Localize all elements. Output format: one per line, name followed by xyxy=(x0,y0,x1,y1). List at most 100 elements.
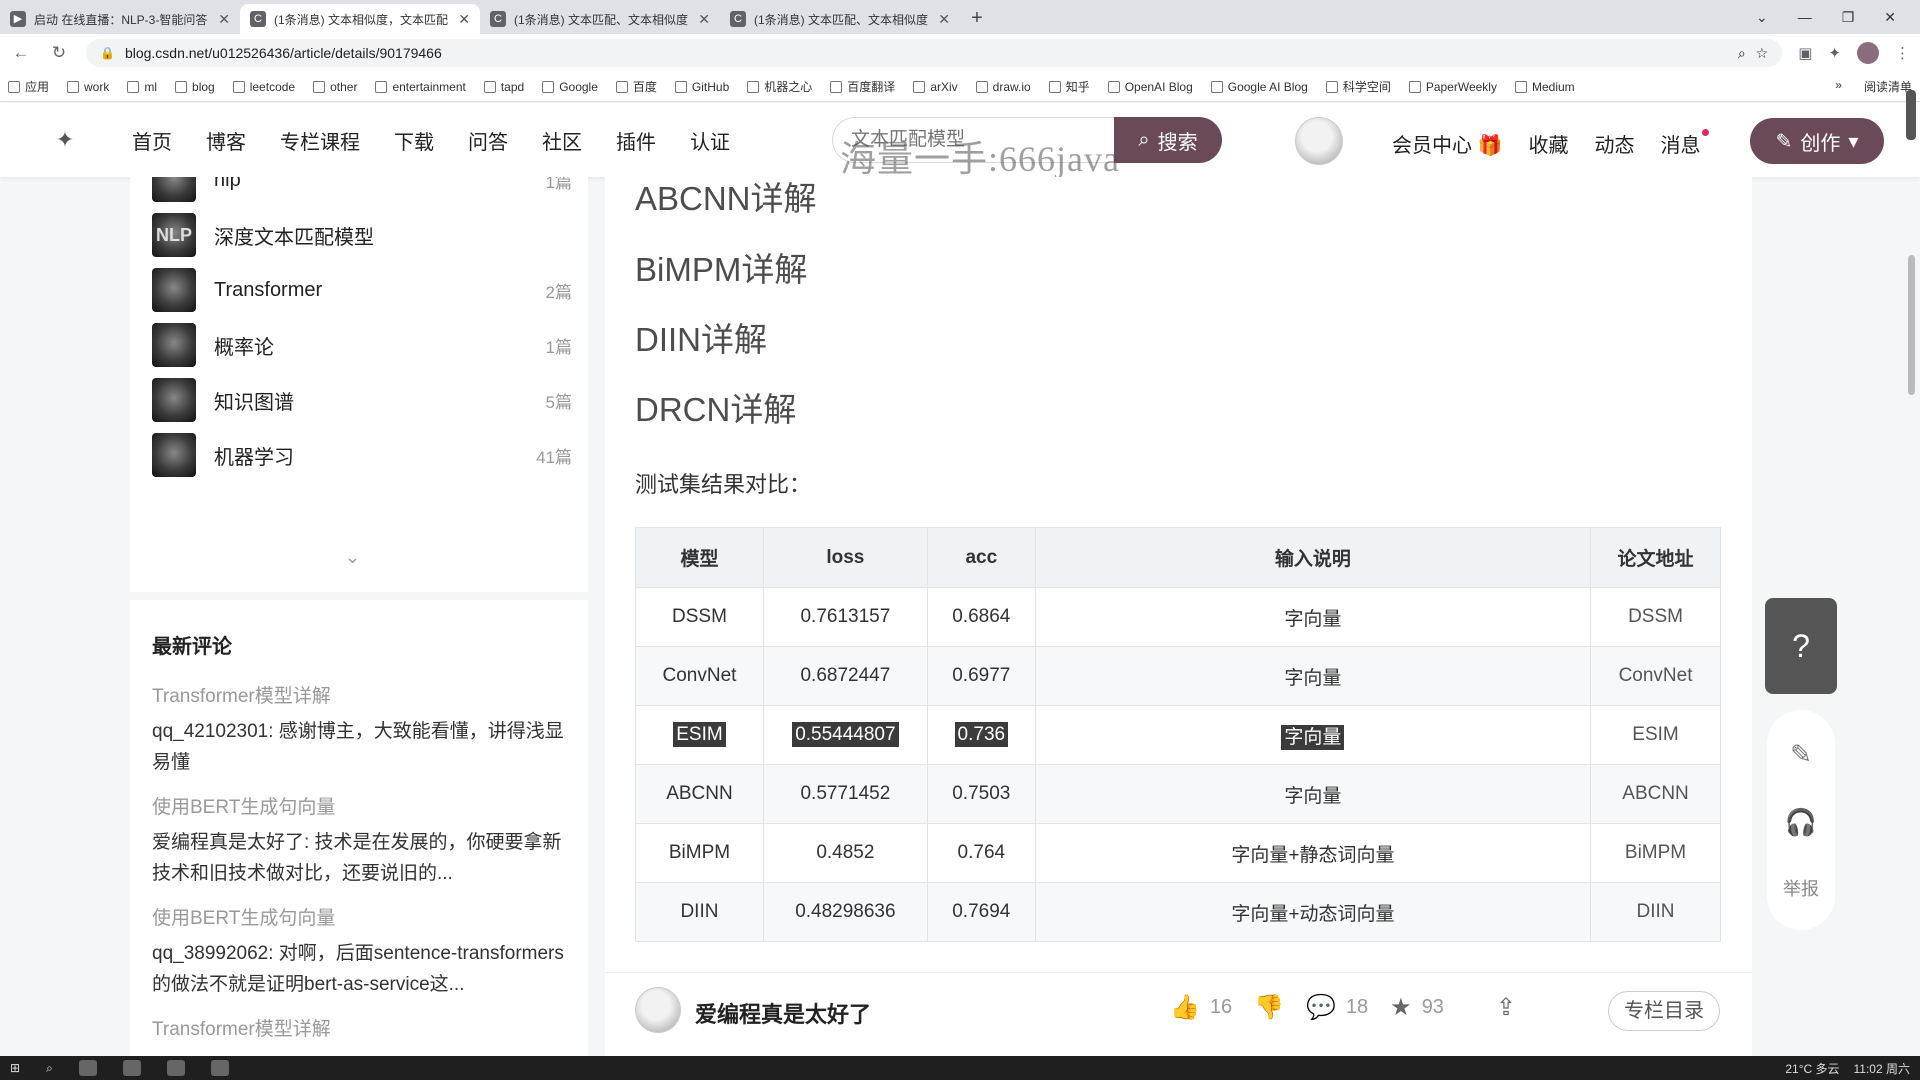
heading-diin[interactable]: DIIN详解 xyxy=(635,313,767,361)
search-button[interactable]: ⌕ 搜索 xyxy=(1114,117,1222,163)
chevron-down-icon[interactable]: ⌄ xyxy=(345,547,360,568)
weather-text[interactable]: 21°C 多云 xyxy=(1785,1060,1839,1077)
bookmark-item[interactable]: other xyxy=(313,80,357,94)
dislike-button[interactable]: 👎 xyxy=(1254,993,1284,1022)
paper-link[interactable]: ABCNN xyxy=(1590,764,1721,824)
bookmark-item[interactable]: leetcode xyxy=(232,80,295,94)
chrome-taskbar-icon[interactable] xyxy=(122,1060,141,1076)
windows-start-icon[interactable]: ⊞ xyxy=(10,1061,20,1075)
comment-article-title[interactable]: 使用BERT生成句向量 xyxy=(152,792,566,819)
restore-icon[interactable]: ❐ xyxy=(1842,9,1855,26)
comment-item[interactable]: 使用BERT生成句向量 爱编程真是太好了: 技术是在发展的，你硬要拿新技术和旧技术… xyxy=(152,792,566,889)
nav-item[interactable]: 博客 xyxy=(196,118,256,181)
nav-item[interactable]: 认证 xyxy=(688,118,732,163)
bookmarks-more-icon[interactable]: » xyxy=(1835,78,1842,95)
bookmark-item[interactable]: draw.io xyxy=(975,80,1031,94)
comment-article-title[interactable]: 使用BERT生成句向量 xyxy=(152,903,566,930)
back-icon[interactable]: ← xyxy=(10,43,32,63)
share-button[interactable]: ⇪ xyxy=(1496,993,1516,1022)
bookmark-item[interactable]: ml xyxy=(127,80,157,94)
taskbar-search-icon[interactable]: ⌕ xyxy=(46,1061,53,1076)
url-field[interactable]: 🔒 blog.csdn.net/u012526436/article/detai… xyxy=(86,39,1783,67)
tab-close-icon[interactable]: ✕ xyxy=(938,11,950,28)
paper-link[interactable]: DIIN xyxy=(1590,882,1721,942)
column-toc-button[interactable]: 专栏目录 xyxy=(1608,991,1720,1031)
paper-link[interactable]: ESIM xyxy=(1590,705,1721,765)
paper-link[interactable]: BiMPM xyxy=(1590,823,1721,883)
minimize-icon[interactable]: — xyxy=(1798,9,1812,25)
comment-item[interactable]: 使用BERT生成句向量 qq_38992062: 对啊，后面sentence-tr… xyxy=(152,903,566,1000)
like-button[interactable]: 👍 16 xyxy=(1170,993,1232,1022)
bookmark-item[interactable]: entertainment xyxy=(375,80,466,94)
bookmark-item[interactable]: GitHub xyxy=(674,80,729,94)
comment-article-title[interactable]: Transformer模型详解 xyxy=(152,1014,566,1041)
paper-link[interactable]: ConvNet xyxy=(1590,646,1721,706)
profile-avatar[interactable] xyxy=(1857,42,1879,64)
report-link[interactable]: 举报 xyxy=(1783,875,1819,901)
zoom-icon[interactable]: ⌕ xyxy=(1738,45,1746,62)
taskview-icon[interactable] xyxy=(78,1060,97,1076)
nav-item[interactable]: 首页 xyxy=(130,118,174,163)
nav-item[interactable]: 问答 xyxy=(466,118,510,163)
explorer-taskbar-icon[interactable] xyxy=(166,1060,185,1076)
reading-list-link[interactable]: 阅读清单 xyxy=(1864,78,1912,95)
heading-drcn[interactable]: DRCN详解 xyxy=(635,383,796,431)
heading-bimpm[interactable]: BiMPM详解 xyxy=(635,243,807,291)
column-item[interactable]: 知识图谱 5篇 xyxy=(152,375,572,425)
bookmark-item[interactable]: 机器之心 xyxy=(747,78,812,95)
messages-link[interactable]: 消息 xyxy=(1660,129,1710,158)
puzzle-icon[interactable]: ✦ xyxy=(1828,44,1841,62)
tab-close-icon[interactable]: ✕ xyxy=(698,11,710,28)
bookmark-item[interactable]: OpenAI Blog xyxy=(1107,80,1193,94)
clock-text[interactable]: 11:02 周六 xyxy=(1854,1060,1910,1077)
bookmark-item[interactable]: work xyxy=(67,80,109,94)
favorite-button[interactable]: ★ 93 xyxy=(1390,993,1444,1022)
bookmark-item[interactable]: 百度 xyxy=(615,78,657,95)
tab-close-icon[interactable]: ✕ xyxy=(218,11,230,28)
bookmark-item[interactable]: PaperWeekly xyxy=(1408,80,1497,94)
bookmark-item[interactable]: Google xyxy=(542,80,598,94)
bookmark-star-icon[interactable]: ☆ xyxy=(1756,45,1769,62)
column-item[interactable]: NLP 深度文本匹配模型 xyxy=(152,210,572,260)
comment-item[interactable]: Transformer模型详解 xyxy=(152,1014,566,1041)
comment-item[interactable]: Transformer模型详解 qq_42102301: 感谢博主，大致能看懂，讲… xyxy=(152,681,566,778)
bookmark-item[interactable]: 应用 xyxy=(8,78,49,95)
headset-icon[interactable]: 🎧 xyxy=(1785,807,1817,838)
author-avatar[interactable] xyxy=(635,987,681,1033)
scrollbar-top[interactable] xyxy=(1906,90,1916,140)
favorites-link[interactable]: 收藏 xyxy=(1528,129,1568,158)
browser-tab[interactable]: C (1条消息) 文本相似度，文本匹配 ✕ xyxy=(240,4,480,34)
nav-item[interactable]: 专栏课程 xyxy=(278,118,362,163)
tab-close-icon[interactable]: ✕ xyxy=(458,11,470,28)
column-item[interactable]: 概率论 1篇 xyxy=(152,320,572,370)
bookmark-item[interactable]: arXiv xyxy=(913,80,958,94)
bookmark-item[interactable]: 知乎 xyxy=(1048,78,1090,95)
create-button[interactable]: ✎ 创作 ▾ xyxy=(1750,118,1884,164)
new-tab-button[interactable]: + xyxy=(960,4,994,34)
nav-item[interactable]: 下载 xyxy=(392,118,436,163)
bookmark-item[interactable]: Medium xyxy=(1514,80,1575,94)
tab-search-icon[interactable]: ⌄ xyxy=(1756,9,1768,26)
nav-item[interactable]: 插件 xyxy=(614,118,658,163)
paper-link[interactable]: DSSM xyxy=(1590,587,1721,647)
scrollbar-thumb[interactable] xyxy=(1908,255,1915,395)
browser-tab[interactable]: ▶ 启动 在线直播：NLP-3-智能问答 ✕ xyxy=(0,4,240,34)
reload-icon[interactable]: ↻ xyxy=(48,43,70,63)
column-item[interactable]: nlp 1篇 xyxy=(152,177,572,205)
column-item[interactable]: 机器学习 41篇 xyxy=(152,430,572,480)
site-logo[interactable]: ✦ xyxy=(0,127,130,153)
nav-item[interactable]: 社区 xyxy=(540,118,584,163)
close-window-icon[interactable]: ✕ xyxy=(1884,9,1896,26)
bookmark-item[interactable]: Google AI Blog xyxy=(1210,80,1308,94)
comment-article-title[interactable]: Transformer模型详解 xyxy=(152,681,566,708)
browser-tab[interactable]: C (1条消息) 文本匹配、文本相似度 ✕ xyxy=(480,4,720,34)
author-name[interactable]: 爱编程真是太好了 xyxy=(695,997,871,1029)
edit-icon[interactable]: ✎ xyxy=(1790,739,1812,770)
search-input[interactable] xyxy=(832,117,1114,163)
pycharm-taskbar-icon[interactable] xyxy=(210,1060,229,1076)
comment-button[interactable]: 💬 18 xyxy=(1306,993,1368,1022)
heading-abcnn[interactable]: ABCNN详解 xyxy=(635,177,817,220)
member-center-link[interactable]: 会员中心 🎁 xyxy=(1392,129,1502,158)
extension-icon[interactable]: ▣ xyxy=(1798,44,1812,62)
bookmark-item[interactable]: tapd xyxy=(483,80,524,94)
